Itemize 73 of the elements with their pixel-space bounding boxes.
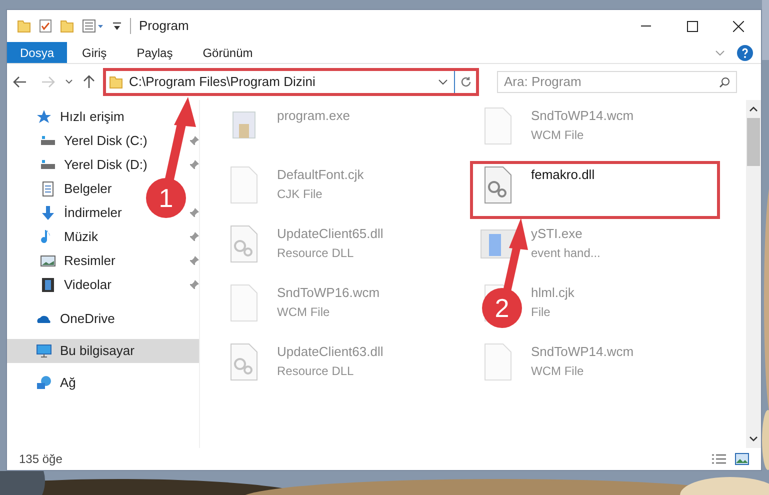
checkmark-icon[interactable]	[39, 19, 52, 33]
file-type: CJK File	[277, 186, 324, 202]
sidebar-item[interactable]: Belgeler	[7, 177, 116, 201]
pin-icon[interactable]	[189, 256, 199, 266]
back-arrow-icon[interactable]	[13, 76, 27, 88]
sidebar-item[interactable]: İndirmeler	[7, 201, 126, 225]
sidebar-item[interactable]: Bu bilgisayar	[7, 339, 199, 363]
chevron-down-icon[interactable]	[438, 79, 448, 85]
file-name: program.exe	[277, 107, 350, 125]
network-icon	[36, 375, 52, 391]
document-icon	[40, 181, 56, 197]
file-type: WCM File	[531, 362, 585, 380]
file-name: SndToWP14.wcm	[531, 107, 634, 125]
thumbnails-view-icon[interactable]	[735, 453, 749, 465]
file-tile[interactable]: femakro.dll	[470, 161, 720, 219]
pin-icon[interactable]	[189, 208, 199, 218]
sidebar-item[interactable]: Videolar	[7, 273, 116, 297]
folder-icon	[109, 75, 123, 89]
file-name: UpdateClient65.dll	[277, 225, 384, 243]
up-arrow-icon[interactable]	[83, 75, 95, 89]
search-icon	[719, 76, 730, 88]
file-type: Resource DLL	[277, 244, 355, 262]
properties-icon[interactable]	[82, 19, 104, 33]
address-path: C:\Program Files\Program Dizini	[129, 73, 316, 92]
sidebar-item[interactable]: Yerel Disk (C:)	[7, 129, 152, 153]
computer-icon	[36, 343, 52, 359]
chevron-down-icon[interactable]	[65, 79, 73, 85]
file-name: SndToWP16.wcm	[277, 284, 380, 302]
address-bar[interactable]: C:\Program Files\Program Dizini	[103, 68, 479, 96]
download-icon	[40, 205, 56, 221]
window-title: Program	[139, 17, 189, 36]
file-name: femakro.dll	[531, 166, 595, 184]
close-icon	[732, 20, 744, 32]
file-name: UpdateClient63.dll	[277, 343, 384, 361]
ribbon-tab[interactable]: Görünüm	[188, 42, 268, 63]
file-type: File	[531, 304, 552, 320]
star-icon	[36, 109, 52, 125]
file-type: WCM File	[277, 304, 331, 320]
folder-icon[interactable]	[17, 19, 31, 33]
maximize-icon	[686, 20, 698, 32]
pin-icon[interactable]	[189, 136, 199, 146]
ribbon-tab[interactable]: Paylaş	[122, 42, 188, 63]
chevron-down-icon[interactable]	[749, 436, 758, 442]
ribbon-tab[interactable]: Giriş	[67, 42, 122, 63]
video-icon	[40, 277, 56, 293]
file-name: SndToWP14.wcm	[531, 343, 634, 361]
scrollbar-thumb[interactable]	[747, 118, 760, 166]
file-type: Resource DLL	[277, 362, 355, 380]
search-field[interactable]: Ara: Program	[497, 71, 737, 93]
refresh-icon	[460, 76, 472, 88]
sidebar-item[interactable]: Ağ	[7, 371, 80, 395]
pin-icon[interactable]	[189, 232, 199, 242]
pin-icon[interactable]	[189, 280, 199, 290]
pin-icon[interactable]	[189, 160, 199, 170]
scrollbar[interactable]	[746, 100, 761, 448]
details-view-icon[interactable]	[711, 453, 727, 465]
sidebar-item[interactable]: OneDrive	[7, 307, 119, 331]
file-name: hlml.cjk	[531, 284, 574, 302]
item-count: 135 öğe	[19, 451, 62, 468]
sidebar-item[interactable]: Resimler	[7, 249, 120, 273]
sidebar-item[interactable]: Müzik	[7, 225, 102, 249]
file-type: event hand...	[531, 244, 600, 262]
chevron-up-icon[interactable]	[749, 106, 758, 112]
file-name: ySTI.exe	[531, 225, 584, 243]
file-type: WCM File	[531, 126, 585, 144]
minimize-icon	[641, 25, 651, 27]
file-name: DefaultFont.cjk	[277, 166, 364, 184]
sidebar-item[interactable]: Hızlı erişim	[7, 105, 128, 129]
image-icon	[40, 253, 56, 269]
help-icon[interactable]	[737, 44, 753, 60]
folder-icon[interactable]	[60, 19, 74, 33]
ribbon-tab[interactable]: Dosya	[7, 42, 68, 63]
sidebar-item[interactable]: Yerel Disk (D:)	[7, 153, 152, 177]
